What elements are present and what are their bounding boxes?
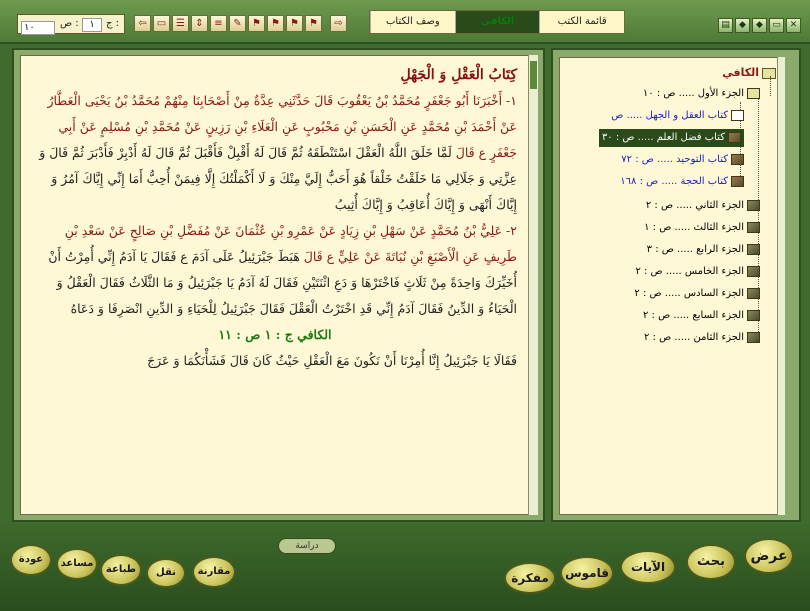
tree-item-label: الجزء السابع ..... ص : ٢ bbox=[642, 310, 744, 321]
tree-item-vol8[interactable]: الجزء الثامن ..... ص : ٢ bbox=[644, 329, 760, 347]
part-value-input[interactable]: ١ bbox=[82, 18, 102, 32]
book-icon bbox=[747, 199, 760, 211]
minimize-icon[interactable]: ▭ bbox=[769, 18, 784, 33]
helper-button[interactable]: مساعد bbox=[56, 548, 98, 580]
toolbar-button-align[interactable]: ≡ bbox=[210, 15, 227, 32]
book-icon bbox=[731, 153, 744, 165]
tree-item-label: الجزء الخامس ..... ص : ٢ bbox=[635, 266, 744, 277]
book-icon bbox=[747, 287, 760, 299]
book-icon bbox=[747, 221, 760, 233]
page-marker: الكافي ج : ١ ص : ١١ bbox=[218, 327, 332, 342]
page-value-label: ١٠ bbox=[21, 18, 55, 35]
chapter-title: كِتَابُ الْعَقْلِ وَ الْجَهْلِ bbox=[400, 67, 517, 83]
tree-root-label: الكافي bbox=[722, 66, 759, 79]
page-value-input[interactable]: ١٠ bbox=[21, 21, 55, 35]
book-icon bbox=[747, 243, 760, 255]
text-scrollbar[interactable] bbox=[528, 55, 538, 515]
stack-icon[interactable]: ◆ bbox=[752, 18, 767, 33]
text-panel[interactable]: كِتَابُ الْعَقْلِ وَ الْجَهْلِ ١- أَخْبَ… bbox=[20, 55, 530, 515]
tree-scrollbar[interactable] bbox=[777, 57, 785, 515]
tab-book-description[interactable]: وصف الكتاب bbox=[369, 11, 455, 33]
toolbar-button-forward[interactable]: ⇨ bbox=[330, 15, 347, 32]
toolbar-button-frame[interactable]: ▭ bbox=[153, 15, 170, 32]
tree-item-vol5[interactable]: الجزء الخامس ..... ص : ٢ bbox=[635, 263, 760, 281]
tree-item-tawhid[interactable]: كتاب التوحيد ..... ص : ٧٢ bbox=[621, 151, 744, 169]
toolbar-button-mark-2[interactable]: ⚑ bbox=[267, 15, 284, 32]
book-icon bbox=[728, 131, 741, 143]
tree-item-label: الجزء الأول ..... ص : ١٠ bbox=[642, 88, 744, 99]
search-button[interactable]: بحث bbox=[686, 544, 736, 580]
compare-button[interactable]: مقارنة bbox=[192, 556, 236, 588]
book-icon bbox=[747, 309, 760, 321]
study-button[interactable]: دراسة bbox=[278, 538, 336, 554]
tree-item-label: كتاب العقل و الجهل ..... ص bbox=[611, 110, 728, 121]
tree-root[interactable]: الكافي bbox=[722, 66, 776, 79]
tree-item-label: الجزء الثامن ..... ص : ٢ bbox=[644, 332, 744, 343]
back-button[interactable]: عودة bbox=[10, 544, 52, 576]
toolbar-button-back[interactable]: ⇦ bbox=[134, 15, 151, 32]
tree-item-label: كتاب فضل العلم ..... ص : ٣٠ bbox=[601, 132, 725, 143]
toolbar-button-mark-3[interactable]: ⚑ bbox=[286, 15, 303, 32]
tab-kafi[interactable]: الكافى bbox=[454, 11, 540, 33]
print-button[interactable]: طباعة bbox=[100, 554, 142, 586]
hadith-2-continuation: فَقَالَا يَا جَبْرَئِيلُ إِنَّا أُمِرْنَ… bbox=[147, 353, 517, 368]
notebook-button[interactable]: مفكرة bbox=[504, 562, 556, 594]
tree-item-vol1[interactable]: الجزء الأول ..... ص : ١٠ bbox=[643, 85, 760, 103]
book-icon bbox=[747, 265, 760, 277]
tree-item-vol2[interactable]: الجزء الثاني ..... ص : ٢ bbox=[646, 197, 760, 215]
tree-item-label: الجزء الثاني ..... ص : ٢ bbox=[645, 200, 744, 211]
verses-button[interactable]: الآيات bbox=[620, 550, 676, 584]
tree-item-label: الجزء الثالث ..... ص : ١ bbox=[644, 222, 744, 233]
open-book-icon[interactable]: ◆ bbox=[735, 18, 750, 33]
book-icon bbox=[731, 175, 744, 187]
tree-item-label: الجزء السادس ..... ص : ٢ bbox=[634, 288, 744, 299]
tree-item-ilm[interactable]: كتاب فضل العلم ..... ص : ٣٠ bbox=[598, 129, 744, 147]
open-book-icon bbox=[762, 67, 776, 79]
toolbar-button-list[interactable]: ☰ bbox=[172, 15, 189, 32]
page-icon bbox=[731, 109, 744, 121]
tree-item-vol4[interactable]: الجزء الرابع ..... ص : ٣ bbox=[647, 241, 760, 259]
window-icons: ▤ ◆ ◆ ▭ ✕ bbox=[718, 18, 802, 35]
part-label: ج : bbox=[106, 18, 120, 29]
toolbar-button-edit[interactable]: ✎ bbox=[229, 15, 246, 32]
transfer-button[interactable]: نقل bbox=[146, 558, 186, 588]
book-tree: الكافي الجزء الأول ..... ص : ١٠ كتاب الع… bbox=[559, 57, 785, 515]
page-label: ص : bbox=[60, 18, 79, 29]
tab-book-list[interactable]: قائمة الكتب bbox=[539, 11, 624, 33]
tree-item-vol3[interactable]: الجزء الثالث ..... ص : ١ bbox=[644, 219, 760, 237]
view-button[interactable]: عرض bbox=[744, 538, 794, 574]
hadith-1-body: لَمَّا خَلَقَ اللَّهُ الْعَقْلَ اسْتَنْط… bbox=[39, 145, 517, 212]
open-book-icon bbox=[747, 87, 760, 99]
book-icon bbox=[747, 331, 760, 343]
dictionary-button[interactable]: قاموس bbox=[560, 556, 614, 590]
close-icon[interactable]: ✕ bbox=[786, 18, 801, 33]
page-navigator: ١٠ ص : ١ ج : bbox=[17, 14, 125, 35]
book-icon[interactable]: ▤ bbox=[718, 18, 733, 33]
book-tabs: قائمة الكتب الكافى وصف الكتاب bbox=[369, 10, 625, 34]
toolbar-button-mark-1[interactable]: ⚑ bbox=[248, 15, 265, 32]
tree-item-label: الجزء الرابع ..... ص : ٣ bbox=[646, 244, 744, 255]
tree-item-label: كتاب الحجة ..... ص : ١٦٨ bbox=[620, 176, 728, 187]
tree-item-vol7[interactable]: الجزء السابع ..... ص : ٢ bbox=[643, 307, 760, 325]
tree-item-hujja[interactable]: كتاب الحجة ..... ص : ١٦٨ bbox=[620, 173, 744, 191]
toolbar-button-mark-4[interactable]: ⚑ bbox=[305, 15, 322, 32]
tree-item-vol6[interactable]: الجزء السادس ..... ص : ٢ bbox=[634, 285, 760, 303]
tree-item-label: كتاب التوحيد ..... ص : ٧٢ bbox=[621, 154, 728, 165]
tree-line bbox=[770, 76, 771, 96]
scrollbar-thumb[interactable] bbox=[530, 61, 537, 89]
tree-item-aql[interactable]: كتاب العقل و الجهل ..... ص bbox=[611, 107, 744, 125]
toolbar-button-sort[interactable]: ⇕ bbox=[191, 15, 208, 32]
